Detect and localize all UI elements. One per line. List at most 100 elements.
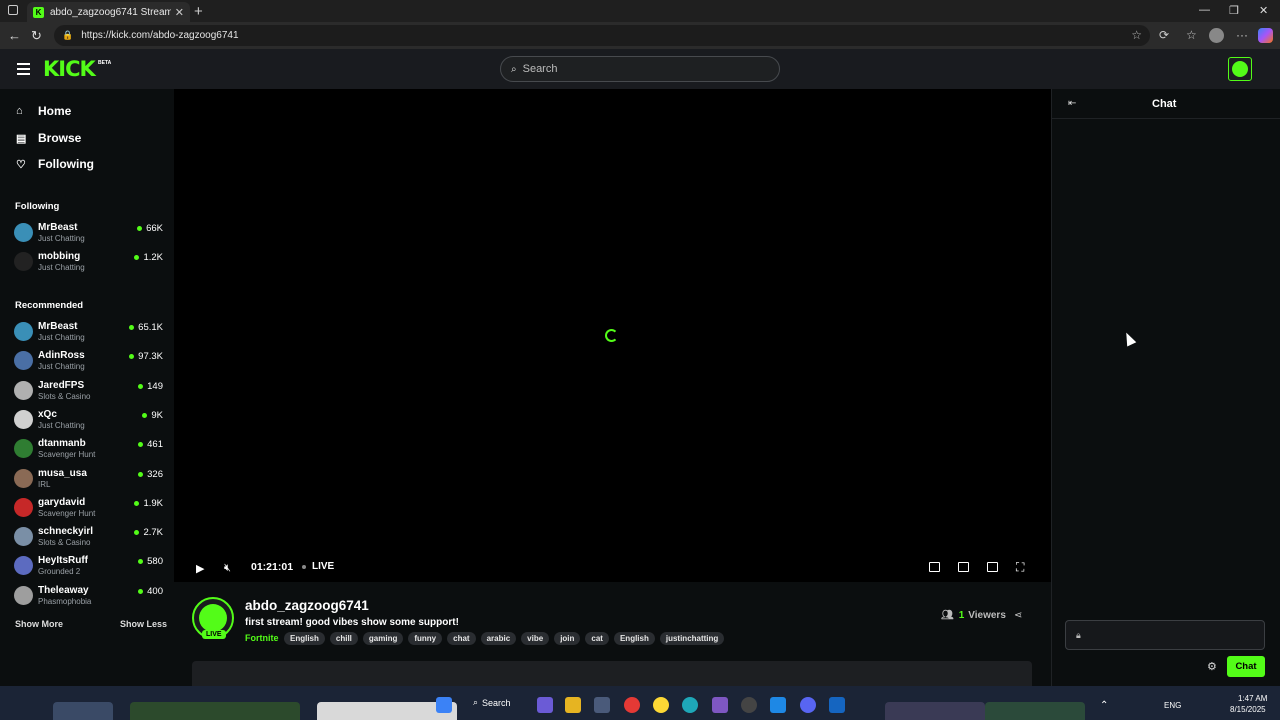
- nav-following[interactable]: ♡ Following: [16, 157, 94, 171]
- live-indicator: LIVE: [302, 561, 334, 572]
- stream-category-link[interactable]: Fortnite: [245, 633, 279, 643]
- sidebar-channel-following[interactable]: MrBeast Just Chatting 66K: [14, 220, 163, 246]
- chat-header: ⇤ Chat: [1052, 89, 1280, 119]
- stream-tag[interactable]: gaming: [362, 632, 404, 645]
- copilot-icon[interactable]: [1258, 28, 1273, 43]
- new-tab-icon[interactable]: +: [194, 3, 203, 20]
- taskbar-search-label: Search: [482, 697, 511, 708]
- sidebar-channel-recommended[interactable]: dtanmanb Scavenger Hunt 461: [14, 436, 163, 462]
- profile-avatar[interactable]: [1209, 28, 1224, 43]
- play-icon[interactable]: ▶: [196, 562, 204, 575]
- refresh-icon[interactable]: ↻: [31, 28, 42, 44]
- discord-icon[interactable]: [800, 697, 816, 713]
- mini-player-icon[interactable]: [929, 562, 940, 572]
- nav-home[interactable]: ⌂ Home: [16, 104, 71, 118]
- clock-time[interactable]: 1:47 AM: [1238, 694, 1267, 703]
- clock-date[interactable]: 8/15/2025: [1230, 705, 1266, 714]
- snapchat-icon[interactable]: [653, 697, 669, 713]
- stream-tag[interactable]: vibe: [521, 632, 550, 645]
- favorites-icon[interactable]: ☆: [1186, 28, 1197, 42]
- channel-name: mobbing: [38, 251, 81, 263]
- file-explorer-icon[interactable]: [565, 697, 581, 713]
- sidebar-channel-recommended[interactable]: JaredFPS Slots & Casino 149: [14, 378, 163, 404]
- channel-viewers: 461: [138, 439, 163, 450]
- channel-avatar: [14, 252, 33, 272]
- sidebar-channel-recommended[interactable]: schneckyirl Slots & Casino 2.7K: [14, 524, 163, 550]
- search-placeholder: Search: [522, 63, 558, 75]
- channel-category: Grounded 2: [38, 567, 81, 577]
- collapse-chat-icon[interactable]: ⇤: [1068, 98, 1076, 109]
- chrome-icon[interactable]: [624, 697, 640, 713]
- steam-icon[interactable]: [741, 697, 757, 713]
- search-input[interactable]: ⌕ Search: [500, 56, 780, 82]
- close-tab-icon[interactable]: ✕: [175, 6, 184, 19]
- show-more-button[interactable]: Show More: [15, 619, 63, 629]
- theater-mode-icon[interactable]: [987, 562, 998, 572]
- sidebar-channel-recommended[interactable]: AdinRoss Just Chatting 97.3K: [14, 348, 163, 374]
- edge-icon[interactable]: [682, 697, 698, 713]
- nav-browse[interactable]: ▤ Browse: [16, 131, 81, 145]
- user-avatar-button[interactable]: [1228, 57, 1252, 81]
- menu-icon[interactable]: [17, 63, 30, 75]
- close-window-icon[interactable]: ✕: [1259, 4, 1268, 17]
- kick-logo[interactable]: KICK: [43, 57, 96, 81]
- app-icon[interactable]: [712, 697, 728, 713]
- chat-settings-icon[interactable]: ⚙: [1207, 660, 1217, 673]
- muted-icon[interactable]: 🔇︎: [224, 562, 231, 575]
- more-options-icon[interactable]: ···: [1236, 28, 1248, 42]
- chat-message-input[interactable]: 🔒︎: [1065, 620, 1265, 650]
- extensions-icon[interactable]: ⟳: [1159, 28, 1169, 42]
- taskbar-thumbnail[interactable]: [985, 702, 1085, 720]
- stream-title: first stream! good vibes show some suppo…: [245, 617, 459, 628]
- live-dot: [137, 226, 143, 231]
- teams-icon[interactable]: [537, 697, 553, 713]
- stream-tag[interactable]: English: [284, 632, 325, 645]
- sidebar-channel-recommended[interactable]: xQc Just Chatting 9K: [14, 407, 163, 433]
- chat-send-button[interactable]: Chat: [1227, 656, 1265, 677]
- app-icon[interactable]: [829, 697, 845, 713]
- video-player[interactable]: ▶ 🔇︎ 01:21:01 LIVE ⛶: [174, 89, 1051, 582]
- channel-avatar: [14, 497, 33, 517]
- stream-tag[interactable]: join: [554, 632, 581, 645]
- stream-tag[interactable]: justinchatting: [659, 632, 725, 645]
- taskbar-search[interactable]: ⌕ Search: [473, 697, 511, 708]
- windows-start-icon[interactable]: [436, 697, 452, 713]
- stream-tag[interactable]: arabic: [480, 632, 517, 645]
- favorite-star-icon[interactable]: ☆: [1131, 28, 1142, 42]
- share-icon[interactable]: ⋖: [1014, 610, 1022, 621]
- channel-viewers: 400: [138, 586, 163, 597]
- show-less-button[interactable]: Show Less: [120, 619, 167, 629]
- fullscreen-icon[interactable]: ⛶: [1016, 560, 1024, 575]
- channel-viewers: 1.2K: [134, 252, 163, 263]
- browser-sidebar-icon[interactable]: [8, 5, 18, 15]
- stream-tag[interactable]: cat: [585, 632, 609, 645]
- browser-tab[interactable]: K abdo_zagzoog6741 Stream - Wa ✕: [27, 2, 190, 22]
- url-field[interactable]: 🔒 https://kick.com/abdo-zagzoog6741 ☆: [54, 25, 1150, 46]
- chat-panel: ⇤ Chat 🔒︎ ⚙ Chat: [1051, 89, 1280, 686]
- minimize-icon[interactable]: —: [1199, 4, 1210, 16]
- sidebar-channel-following[interactable]: mobbing Just Chatting 1.2K: [14, 249, 163, 275]
- stream-tag[interactable]: English: [613, 632, 655, 645]
- sidebar-channel-recommended[interactable]: HeyItsRuff Grounded 2 580: [14, 553, 163, 579]
- store-icon[interactable]: [594, 697, 610, 713]
- language-indicator[interactable]: ENG: [1164, 701, 1181, 710]
- tab-title: abdo_zagzoog6741 Stream - Wa: [50, 6, 171, 18]
- stream-tag[interactable]: chill: [329, 632, 358, 645]
- sidebar-channel-recommended[interactable]: MrBeast Just Chatting 65.1K: [14, 319, 163, 345]
- stream-tag[interactable]: funny: [408, 632, 443, 645]
- taskbar-thumbnail[interactable]: [53, 702, 113, 720]
- taskbar-thumbnail[interactable]: [885, 702, 985, 720]
- stream-tag[interactable]: chat: [447, 632, 476, 645]
- taskbar-thumbnail[interactable]: [130, 702, 300, 720]
- maximize-icon[interactable]: ❐: [1229, 4, 1239, 17]
- app-icon[interactable]: [770, 697, 786, 713]
- sidebar-channel-recommended[interactable]: musa_usa IRL 326: [14, 466, 163, 492]
- clip-icon[interactable]: [958, 562, 969, 572]
- sidebar-channel-recommended[interactable]: garydavid Scavenger Hunt 1.9K: [14, 495, 163, 521]
- tray-overflow-icon[interactable]: ⌃: [1100, 700, 1108, 711]
- streamer-name[interactable]: abdo_zagzoog6741: [245, 598, 369, 613]
- back-icon[interactable]: ←: [8, 28, 21, 43]
- channel-viewers-count: 97.3K: [138, 351, 163, 363]
- sidebar-channel-recommended[interactable]: Theleaway Phasmophobia 400: [14, 583, 163, 609]
- viewers-number: 1: [958, 610, 965, 621]
